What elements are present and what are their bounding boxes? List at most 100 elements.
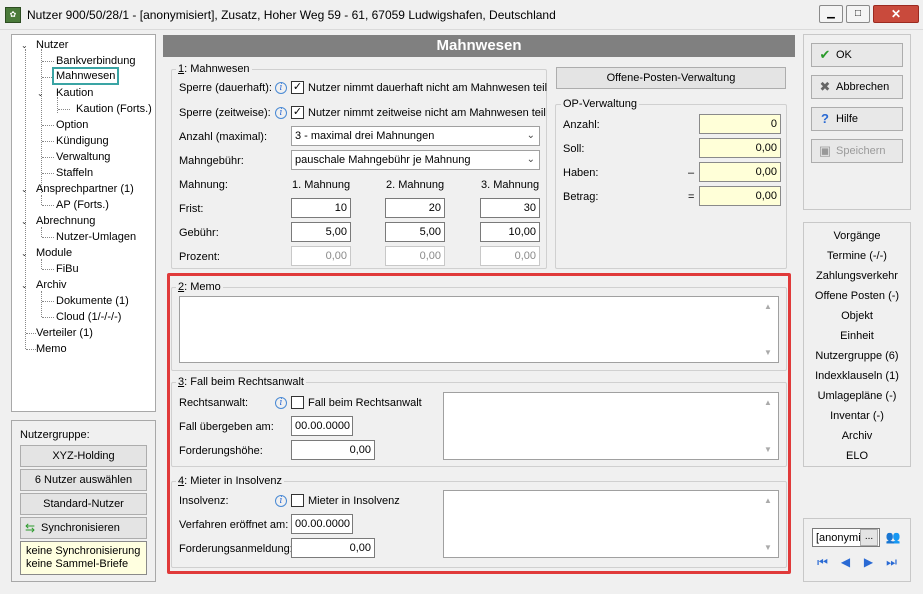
mahnung-label: Mahnung:: [179, 179, 228, 191]
tree-item-nutzer[interactable]: Nutzer: [36, 38, 68, 52]
sperre-dauerhaft-label: Sperre (dauerhaft):: [179, 82, 272, 94]
tree-item-bankverbindung[interactable]: Bankverbindung: [56, 54, 136, 68]
op-betrag-sign: =: [688, 191, 695, 203]
op-betrag-label: Betrag:: [563, 191, 599, 203]
save-button[interactable]: ▣ Speichern: [811, 139, 903, 163]
window-title: Nutzer 900/50/28/1 - [anonymisiert], Zus…: [27, 8, 556, 22]
op-haben-value: 0,00: [699, 162, 781, 182]
tree-item-mahnwesen[interactable]: Mahnwesen: [51, 67, 120, 85]
frist-2-input[interactable]: 20: [385, 198, 445, 218]
tree-item-ansprechpartner[interactable]: Ansprechpartner (1): [36, 182, 134, 196]
sperre-zeitweise-text: Nutzer nimmt zeitweise nicht am Mahnwese…: [308, 107, 546, 119]
anzahl-select[interactable]: 3 - maximal drei Mahnungen ⌄: [291, 126, 540, 146]
navigation-tree: ⌄ Nutzer Bankverbindung Mahnwesen ⌄ Kaut…: [11, 34, 156, 412]
prozent-3-input[interactable]: 0,00: [480, 246, 540, 266]
mahngebuehr-label: Mahngebühr:: [179, 155, 244, 167]
op-group-title: OP-Verwaltung: [561, 98, 639, 110]
op-haben-label: Haben:: [563, 167, 599, 179]
tree-item-nutzer-umlagen[interactable]: Nutzer-Umlagen: [56, 230, 136, 244]
op-soll-value: 0,00: [699, 138, 781, 158]
link-vorgaenge[interactable]: Vorgänge: [804, 226, 910, 246]
link-archiv[interactable]: Archiv: [804, 426, 910, 446]
frist-1-input[interactable]: 10: [291, 198, 351, 218]
minimize-button[interactable]: ▁: [819, 5, 843, 23]
collapse-icon[interactable]: ⌄: [37, 89, 44, 99]
sperre-dauerhaft-checkbox[interactable]: ✓: [291, 81, 304, 94]
tree-item-ap-forts[interactable]: AP (Forts.): [56, 198, 109, 212]
tree-item-memo[interactable]: Memo: [36, 342, 67, 356]
gebuehr-3-input[interactable]: 10,00: [480, 222, 540, 242]
question-icon: ?: [821, 111, 829, 126]
link-inventar[interactable]: Inventar (-): [804, 406, 910, 426]
op-anzahl-label: Anzahl:: [563, 119, 600, 131]
tree-item-verteiler[interactable]: Verteiler (1): [36, 326, 93, 340]
group-button[interactable]: XYZ-Holding: [20, 445, 147, 467]
link-offene-posten[interactable]: Offene Posten (-): [804, 286, 910, 306]
tree-item-module[interactable]: Module: [36, 246, 72, 260]
link-objekt[interactable]: Objekt: [804, 306, 910, 326]
users-icon[interactable]: 👥: [884, 529, 902, 546]
window-titlebar: ✿ Nutzer 900/50/28/1 - [anonymisiert], Z…: [0, 0, 923, 30]
cancel-button[interactable]: ✖ Abbrechen: [811, 75, 903, 99]
tree-item-verwaltung[interactable]: Verwaltung: [56, 150, 110, 164]
prozent-label: Prozent:: [179, 251, 220, 263]
mahnwesen-section-title: 1: Mahnwesen: [176, 63, 252, 75]
tree-item-abrechnung[interactable]: Abrechnung: [36, 214, 95, 228]
tree-item-option[interactable]: Option: [56, 118, 88, 132]
link-zahlungsverkehr[interactable]: Zahlungsverkehr: [804, 266, 910, 286]
info-icon[interactable]: i: [275, 82, 287, 94]
tree-item-dokumente[interactable]: Dokumente (1): [56, 294, 129, 308]
link-einheit[interactable]: Einheit: [804, 326, 910, 346]
frist-label: Frist:: [179, 203, 204, 215]
anzahl-label: Anzahl (maximal):: [179, 131, 268, 143]
op-soll-label: Soll:: [563, 143, 585, 155]
sperre-zeitweise-checkbox[interactable]: ✓: [291, 106, 304, 119]
sync-button[interactable]: ⇆ Synchronisieren: [20, 517, 147, 539]
prozent-1-input[interactable]: 0,00: [291, 246, 351, 266]
op-verwaltung-button[interactable]: Offene-Posten-Verwaltung: [556, 67, 786, 89]
info-icon[interactable]: i: [275, 107, 287, 119]
tree-item-kaution-forts[interactable]: Kaution (Forts.): [76, 102, 152, 116]
floppy-icon: ▣: [818, 143, 832, 158]
tree-item-kuendigung[interactable]: Kündigung: [56, 134, 109, 148]
tree-item-kaution[interactable]: Kaution: [56, 86, 93, 100]
collapse-icon[interactable]: ⌄: [21, 217, 28, 227]
collapse-icon[interactable]: ⌄: [21, 281, 28, 291]
link-termine[interactable]: Termine (-/-): [804, 246, 910, 266]
gebuehr-1-input[interactable]: 5,00: [291, 222, 351, 242]
prozent-2-input[interactable]: 0,00: [385, 246, 445, 266]
app-icon: ✿: [5, 7, 21, 23]
check-icon: ✔: [819, 47, 831, 62]
ok-button[interactable]: ✔ OK: [811, 43, 903, 67]
chevron-down-icon: ⌄: [526, 130, 535, 141]
navigator-dots-button[interactable]: ...: [860, 529, 878, 546]
sync-note-line2: keine Sammel-Briefe: [26, 558, 129, 570]
close-button[interactable]: ✕: [873, 5, 919, 23]
tree-item-staffeln[interactable]: Staffeln: [56, 166, 93, 180]
link-nutzergruppe[interactable]: Nutzergruppe (6): [804, 346, 910, 366]
collapse-icon[interactable]: ⌄: [21, 185, 28, 195]
tree-item-fibu[interactable]: FiBu: [56, 262, 79, 276]
sync-note-line1: keine Synchronisierung: [26, 545, 141, 557]
first-record-icon[interactable]: ⏮: [813, 553, 832, 572]
tree-item-archiv[interactable]: Archiv: [36, 278, 67, 292]
maximize-button[interactable]: □: [846, 5, 870, 23]
next-record-icon[interactable]: ▶: [859, 553, 878, 572]
standard-user-button[interactable]: Standard-Nutzer: [20, 493, 147, 515]
last-record-icon[interactable]: ⏭: [882, 553, 901, 572]
gebuehr-2-input[interactable]: 5,00: [385, 222, 445, 242]
chevron-down-icon: ⌄: [526, 154, 535, 165]
highlight-frame: [167, 273, 791, 574]
link-elo[interactable]: ELO: [804, 446, 910, 466]
frist-3-input[interactable]: 30: [480, 198, 540, 218]
mahngebuehr-select[interactable]: pauschale Mahngebühr je Mahnung ⌄: [291, 150, 540, 170]
page-title: Mahnwesen: [163, 35, 795, 57]
link-umlageplaene[interactable]: Umlagepläne (-): [804, 386, 910, 406]
previous-record-icon[interactable]: ◀: [836, 553, 855, 572]
help-button[interactable]: ? Hilfe: [811, 107, 903, 131]
select-users-button[interactable]: 6 Nutzer auswählen: [20, 469, 147, 491]
tree-item-cloud[interactable]: Cloud (1/-/-/-): [56, 310, 121, 324]
link-indexklauseln[interactable]: Indexklauseln (1): [804, 366, 910, 386]
collapse-icon[interactable]: ⌄: [21, 249, 28, 259]
collapse-icon[interactable]: ⌄: [21, 41, 28, 51]
